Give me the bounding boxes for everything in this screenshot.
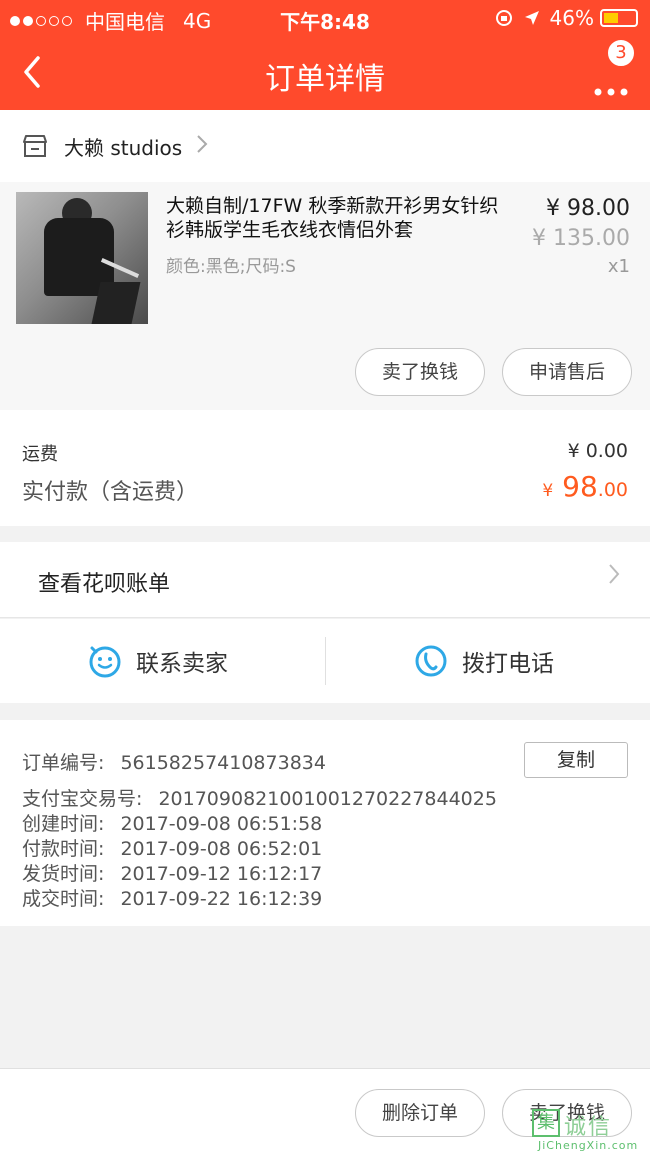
alipay-number-row: 支付宝交易号: 2017090821001001270227844025 bbox=[22, 784, 497, 811]
call-label: 拨打电话 bbox=[462, 651, 554, 677]
battery-icon bbox=[600, 9, 638, 27]
chat-smile-icon bbox=[89, 646, 121, 678]
notification-badge: 3 bbox=[606, 38, 636, 68]
order-number-row: 订单编号: 56158257410873834 bbox=[22, 748, 326, 775]
alipay-number-value: 2017090821001001270227844025 bbox=[158, 788, 497, 810]
copy-button[interactable]: 复制 bbox=[524, 742, 628, 778]
created-row: 创建时间: 2017-09-08 06:51:58 bbox=[22, 809, 322, 836]
more-button[interactable] bbox=[594, 70, 628, 103]
more-dots-icon bbox=[594, 88, 628, 96]
call-button[interactable]: 拨打电话 bbox=[414, 619, 554, 703]
paid-integer: 98 bbox=[553, 470, 598, 503]
order-info: 订单编号: 56158257410873834 复制 支付宝交易号: 20170… bbox=[0, 720, 650, 926]
product-spec: 颜色:黑色;尺码:S bbox=[166, 257, 296, 277]
status-right: 46% bbox=[494, 6, 638, 30]
cost-summary: 运费 ¥ 0.00 实付款（含运费） ¥ 98.00 bbox=[0, 410, 650, 526]
chevron-right-icon bbox=[608, 562, 620, 592]
watermark-text: 诚信 bbox=[564, 1115, 613, 1140]
alipay-number-label: 支付宝交易号: bbox=[22, 788, 143, 810]
battery-percent: 46% bbox=[549, 6, 594, 30]
order-item[interactable]: 大赖自制/17FW 秋季新款开衫男女针织衫韩版学生毛衣线衣情侣外套 颜色:黑色;… bbox=[0, 182, 650, 410]
page-title: 订单详情 bbox=[265, 62, 385, 97]
rotation-lock-icon bbox=[495, 10, 512, 26]
paid-decimal: .00 bbox=[597, 479, 628, 501]
resell-button[interactable]: 卖了换钱 bbox=[355, 348, 485, 396]
paid-time-value: 2017-09-08 06:52:01 bbox=[120, 838, 323, 860]
contact-seller-label: 联系卖家 bbox=[136, 651, 228, 677]
huabei-label: 查看花呗账单 bbox=[38, 572, 171, 597]
top-bar: 中国电信 4G 下午8:48 46% 订单详情 3 bbox=[0, 0, 650, 110]
created-value: 2017-09-08 06:51:58 bbox=[120, 813, 323, 835]
completed-value: 2017-09-22 16:12:39 bbox=[120, 888, 323, 910]
paid-time-label: 付款时间: bbox=[22, 838, 105, 860]
product-quantity: x1 bbox=[607, 256, 630, 277]
bottom-action-bar: 删除订单 卖了换钱 集 诚信 JiChengXin.com bbox=[0, 1068, 650, 1156]
aftersale-button[interactable]: 申请售后 bbox=[502, 348, 632, 396]
watermark-mark: 集 bbox=[532, 1109, 560, 1137]
product-price: ¥ 98.00 bbox=[546, 196, 630, 221]
product-thumbnail[interactable] bbox=[16, 192, 148, 324]
shipping-value: ¥ 0.00 bbox=[567, 440, 628, 462]
completed-label: 成交时间: bbox=[22, 888, 105, 910]
product-original-price: ¥ 135.00 bbox=[532, 226, 630, 251]
shipped-row: 发货时间: 2017-09-12 16:12:17 bbox=[22, 859, 322, 886]
paid-amount: ¥ 98.00 bbox=[542, 470, 628, 503]
shop-row[interactable]: 大赖 studios bbox=[0, 110, 650, 182]
status-bar: 中国电信 4G 下午8:48 46% bbox=[0, 0, 650, 36]
completed-row: 成交时间: 2017-09-22 16:12:39 bbox=[22, 884, 322, 911]
order-number-label: 订单编号: bbox=[22, 752, 105, 774]
phone-icon bbox=[415, 645, 447, 677]
paid-label: 实付款（含运费） bbox=[22, 480, 199, 505]
paid-currency: ¥ bbox=[542, 481, 554, 501]
contact-bar: 联系卖家 拨打电话 bbox=[0, 619, 650, 703]
order-number-value: 56158257410873834 bbox=[120, 752, 326, 774]
chevron-right-icon bbox=[196, 132, 208, 160]
delete-order-button[interactable]: 删除订单 bbox=[355, 1089, 485, 1137]
shipped-value: 2017-09-12 16:12:17 bbox=[120, 863, 323, 885]
shipped-label: 发货时间: bbox=[22, 863, 105, 885]
product-title: 大赖自制/17FW 秋季新款开衫男女针织衫韩版学生毛衣线衣情侣外套 bbox=[166, 195, 499, 241]
store-icon bbox=[23, 135, 47, 157]
contact-seller-button[interactable]: 联系卖家 bbox=[88, 619, 228, 703]
location-arrow-icon bbox=[524, 11, 539, 25]
shop-name: 大赖 studios bbox=[64, 135, 183, 160]
shipping-label: 运费 bbox=[22, 444, 58, 465]
divider bbox=[325, 637, 326, 685]
created-label: 创建时间: bbox=[22, 813, 105, 835]
huabei-bill-row[interactable]: 查看花呗账单 bbox=[0, 542, 650, 618]
paid-time-row: 付款时间: 2017-09-08 06:52:01 bbox=[22, 834, 322, 861]
watermark-logo: 集 诚信 JiChengXin.com bbox=[524, 1105, 644, 1155]
watermark-sub: JiChengXin.com bbox=[538, 1139, 639, 1152]
nav-bar: 订单详情 3 bbox=[0, 36, 650, 110]
